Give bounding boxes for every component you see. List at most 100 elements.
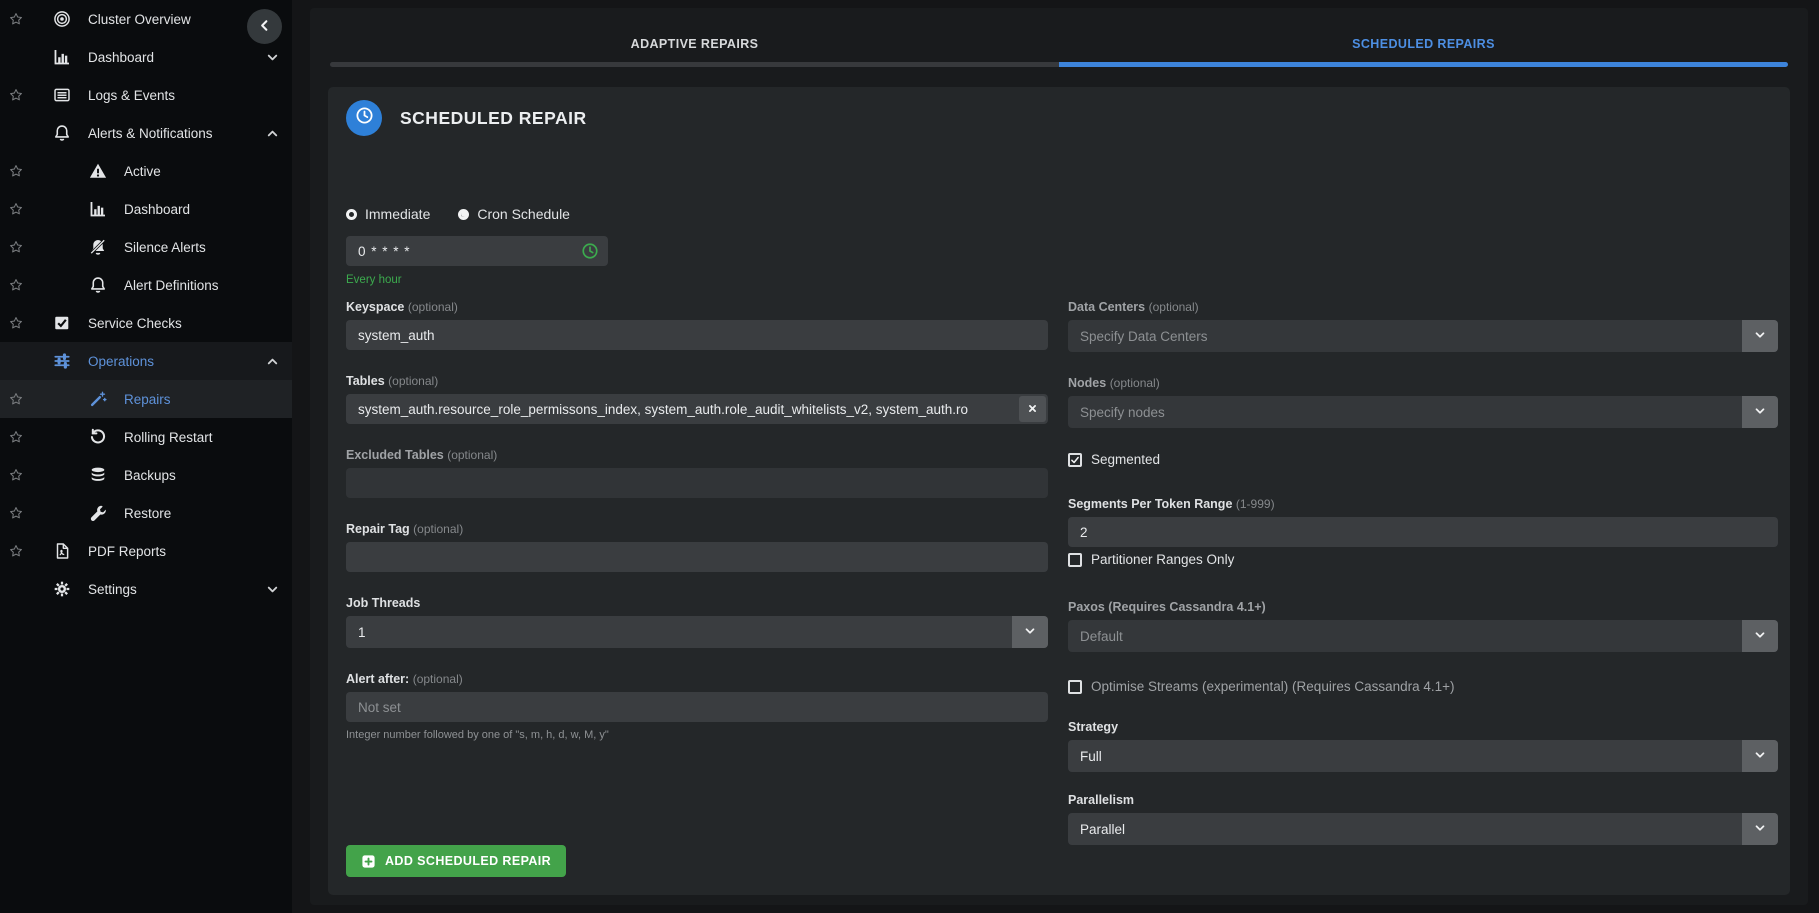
scheduled-repair-card: SCHEDULED REPAIR Immediate Cron Schedule… [328,87,1790,895]
chevron-left-icon [257,18,272,36]
sidebar-item-backups[interactable]: Backups [0,456,292,494]
chevron-down-icon [1742,740,1778,772]
repairs-panel: ADAPTIVE REPAIRS SCHEDULED REPAIRS SCHED… [310,8,1808,905]
card-header: SCHEDULED REPAIR [346,100,1778,136]
wand-icon [88,390,108,408]
segmented-checkbox[interactable] [1068,453,1082,467]
sidebar-item-alert-definitions[interactable]: Alert Definitions [0,266,292,304]
sidebar-item-label: Service Checks [88,316,182,331]
excluded-tables-field: Excluded Tables (optional) [346,448,1048,498]
star-icon[interactable] [9,164,23,178]
sidebar-item-label: Repairs [124,392,171,407]
segments-per-token-range-input[interactable] [1068,517,1778,547]
chevron-up-icon[interactable] [265,354,280,369]
chevron-down-icon [1742,813,1778,845]
keyspace-input[interactable] [346,320,1048,350]
sidebar-item-silence-alerts[interactable]: Silence Alerts [0,228,292,266]
sidebar-item-service-checks[interactable]: Service Checks [0,304,292,342]
star-icon[interactable] [9,88,23,102]
radio-cron-schedule-control[interactable] [458,209,469,220]
chevron-down-icon[interactable] [265,50,280,65]
radio-immediate-control[interactable] [346,209,357,220]
chevron-down-icon[interactable] [265,582,280,597]
form-column-right: Data Centers (optional) Specify Data Cen… [1068,300,1778,869]
sidebar-item-operations[interactable]: Operations [0,342,292,380]
star-icon[interactable] [9,316,23,330]
clear-tables-button[interactable] [1019,396,1046,422]
tables-input[interactable] [346,394,1048,424]
alert-after-input[interactable] [346,692,1048,722]
partitioner-ranges-only-checkbox-row[interactable]: Partitioner Ranges Only [1068,552,1778,567]
star-icon[interactable] [9,240,23,254]
star-icon[interactable] [9,430,23,444]
clock-icon[interactable] [581,242,599,260]
cron-hint: Every hour [346,274,1778,286]
excluded-tables-input[interactable] [346,468,1048,498]
star-icon[interactable] [9,506,23,520]
nodes-field: Nodes (optional) Specify nodes [1068,376,1778,428]
partitioner-ranges-only-checkbox[interactable] [1068,553,1082,567]
chevron-down-icon [1742,396,1778,428]
sidebar-item-dashboard[interactable]: Dashboard [0,190,292,228]
sliders-icon [52,352,72,370]
sidebar-item-label: Logs & Events [88,88,175,103]
repair-tag-input[interactable] [346,542,1048,572]
segments-per-token-range-label: Segments Per Token Range (1-999) [1068,497,1778,511]
star-icon[interactable] [9,392,23,406]
star-icon[interactable] [9,544,23,558]
sidebar-item-repairs[interactable]: Repairs [0,380,292,418]
paxos-field: Paxos (Requires Cassandra 4.1+) Default [1068,600,1778,652]
sidebar: Cluster OverviewDashboardLogs & EventsAl… [0,0,292,913]
tables-label: Tables (optional) [346,374,1048,388]
target-icon [52,10,72,28]
strategy-label: Strategy [1068,720,1778,734]
paxos-label: Paxos (Requires Cassandra 4.1+) [1068,600,1778,614]
tab-adaptive-repairs[interactable]: ADAPTIVE REPAIRS [330,8,1059,67]
radio-immediate[interactable]: Immediate [346,206,430,222]
list-icon [52,86,72,104]
add-scheduled-repair-button[interactable]: ADD SCHEDULED REPAIR [346,845,566,877]
sidebar-item-dashboard[interactable]: Dashboard [0,38,292,76]
sidebar-item-rolling-restart[interactable]: Rolling Restart [0,418,292,456]
page-title: SCHEDULED REPAIR [400,108,587,129]
tab-scheduled-repairs[interactable]: SCHEDULED REPAIRS [1059,8,1788,67]
cron-expression-input[interactable] [346,236,608,266]
sidebar-item-label: Alerts & Notifications [88,126,213,141]
star-icon[interactable] [9,278,23,292]
job-threads-select[interactable]: 1 [346,616,1048,648]
radio-cron-schedule[interactable]: Cron Schedule [458,206,570,222]
chevron-up-icon[interactable] [265,126,280,141]
star-icon[interactable] [9,468,23,482]
sidebar-item-active[interactable]: Active [0,152,292,190]
sidebar-item-alerts-notifications[interactable]: Alerts & Notifications [0,114,292,152]
paxos-select[interactable]: Default [1068,620,1778,652]
data-centers-field: Data Centers (optional) Specify Data Cen… [1068,300,1778,352]
segments-per-token-range-field: Segments Per Token Range (1-999) [1068,497,1778,547]
nodes-select[interactable]: Specify nodes [1068,396,1778,428]
sidebar-item-logs-events[interactable]: Logs & Events [0,76,292,114]
segmented-checkbox-row[interactable]: Segmented [1068,452,1778,467]
optimise-streams-checkbox[interactable] [1068,680,1082,694]
data-centers-select[interactable]: Specify Data Centers [1068,320,1778,352]
sidebar-items: Cluster OverviewDashboardLogs & EventsAl… [0,0,292,608]
strategy-select[interactable]: Full [1068,740,1778,772]
sidebar-item-label: Dashboard [124,202,190,217]
pdf-file-icon [52,542,72,560]
excluded-tables-label: Excluded Tables (optional) [346,448,1048,462]
radio-cron-schedule-label: Cron Schedule [477,206,570,222]
cron-expression-field [346,236,608,266]
optimise-streams-checkbox-row[interactable]: Optimise Streams (experimental) (Require… [1068,679,1778,694]
sidebar-item-settings[interactable]: Settings [0,570,292,608]
star-icon[interactable] [9,12,23,26]
tab-indicator [1059,62,1788,67]
sidebar-item-label: Operations [88,354,154,369]
star-icon[interactable] [9,202,23,216]
sidebar-item-restore[interactable]: Restore [0,494,292,532]
sidebar-collapse-button[interactable] [247,9,282,44]
sidebar-item-pdf-reports[interactable]: PDF Reports [0,532,292,570]
sidebar-item-label: Settings [88,582,137,597]
parallelism-select[interactable]: Parallel [1068,813,1778,845]
wrench-icon [88,504,108,522]
bar-chart-icon [88,200,108,218]
radio-immediate-label: Immediate [365,206,430,222]
